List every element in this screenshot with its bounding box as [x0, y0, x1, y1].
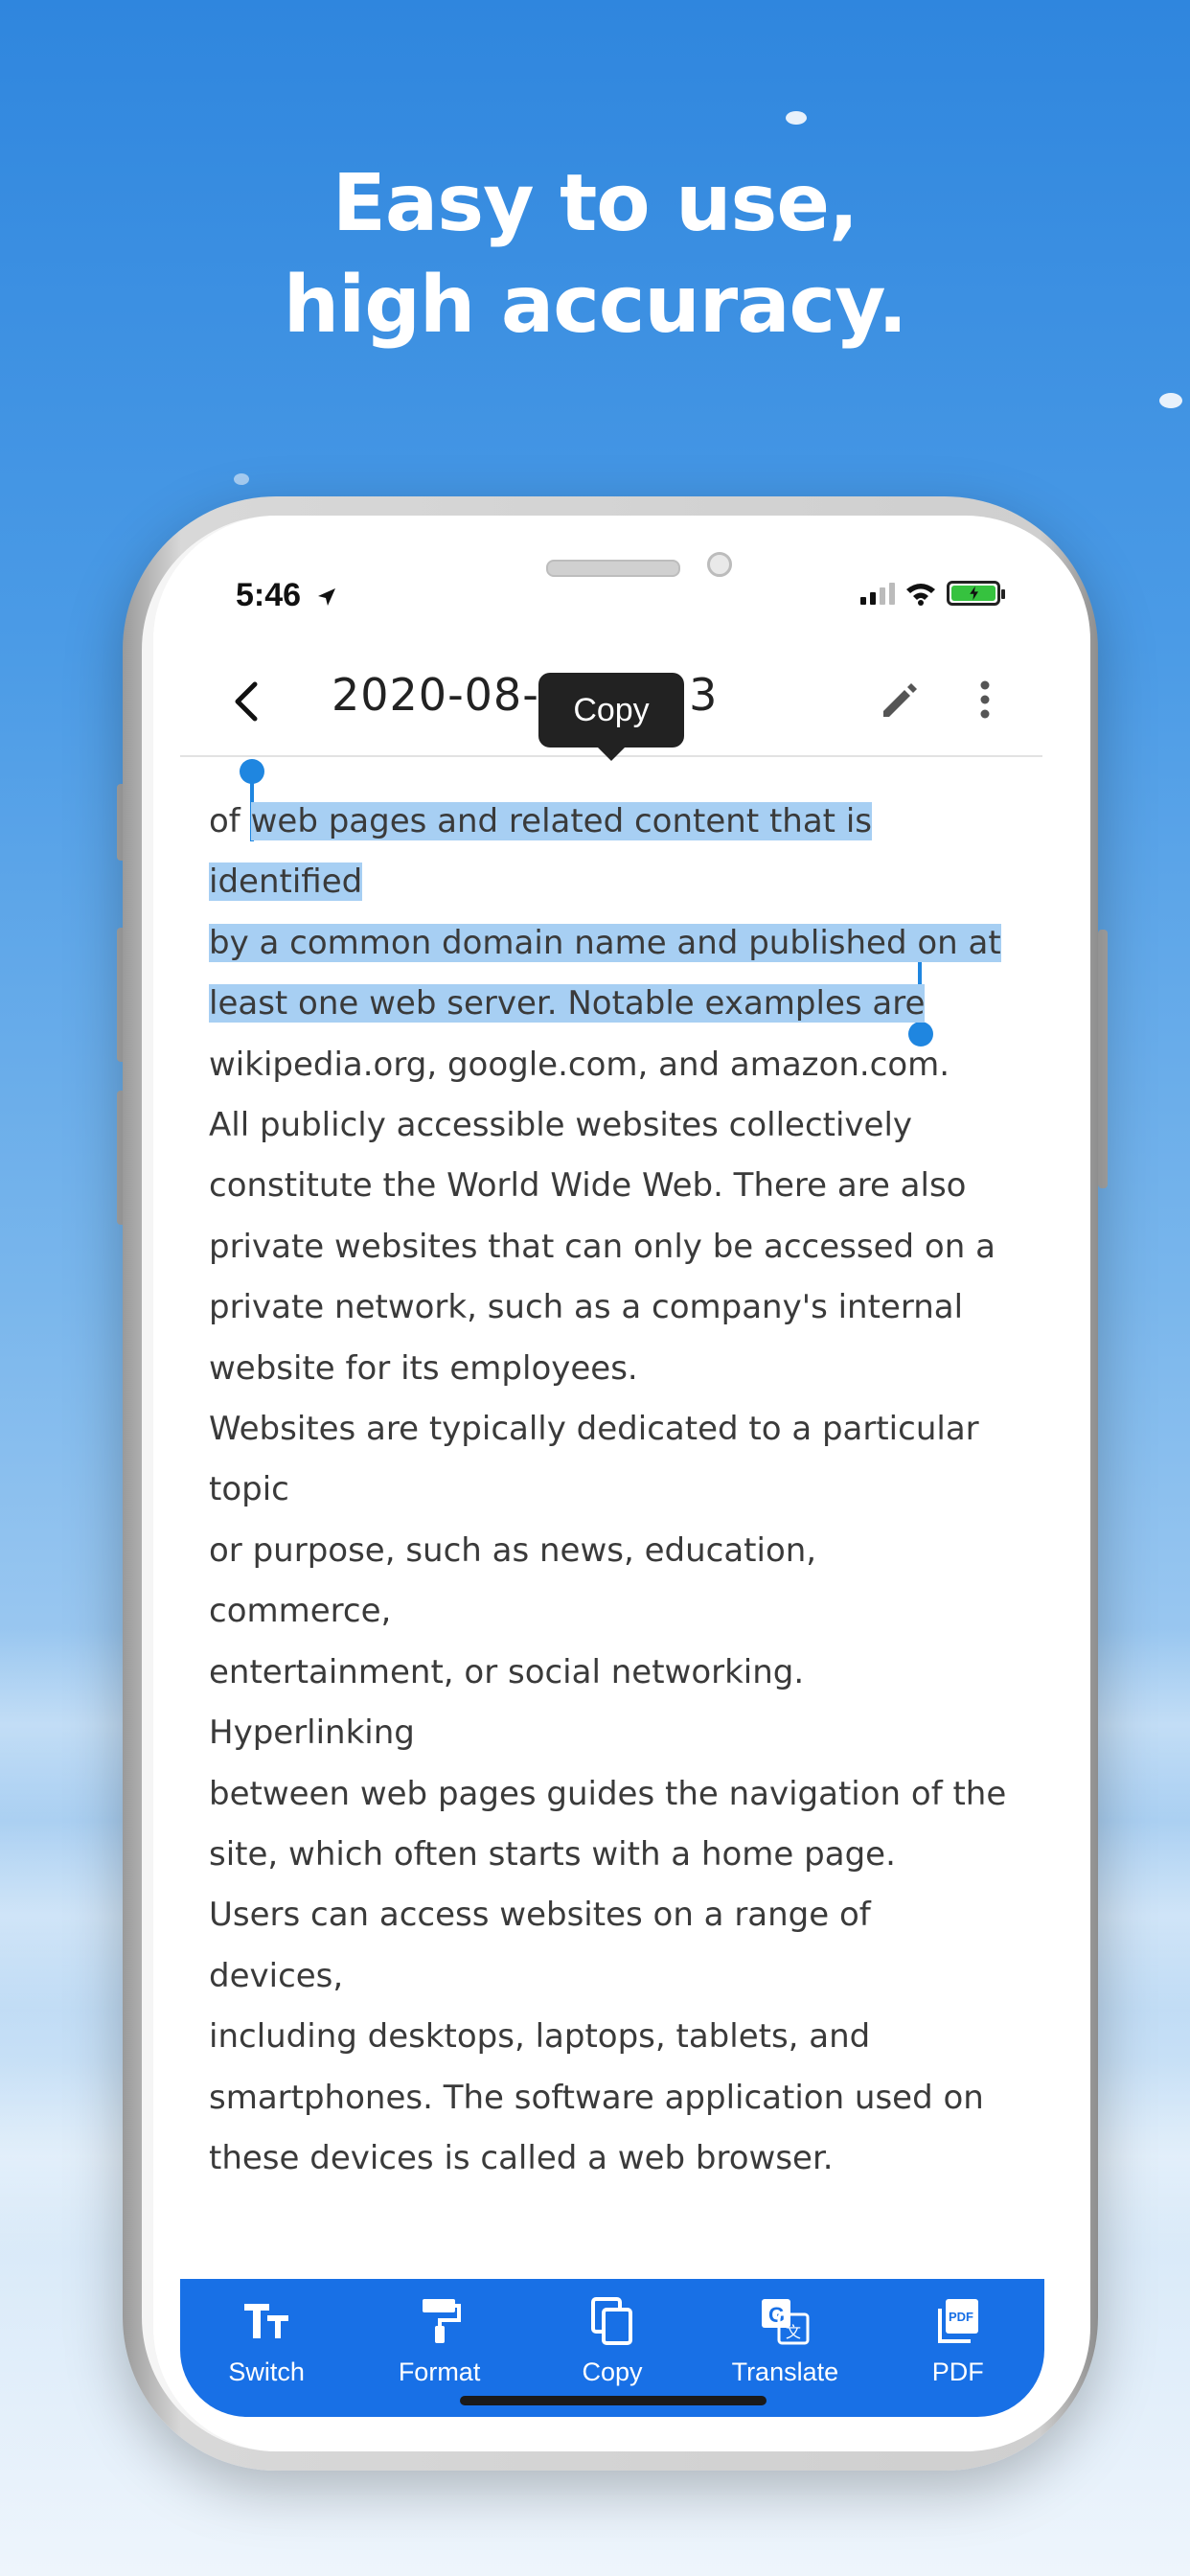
text-segment: of — [209, 802, 251, 840]
text-segment: Websites are typically dedicated to a pa… — [209, 1410, 979, 1449]
format-button[interactable]: Format — [358, 2290, 521, 2387]
switch-label: Switch — [228, 2358, 305, 2386]
phone-speaker — [546, 560, 680, 577]
text-line: including desktops, laptops, tablets, an… — [209, 2007, 1014, 2067]
text-segment: between web pages guides the navigation … — [209, 1774, 1007, 1813]
selected-text: web pages and related content that is — [250, 802, 872, 840]
translate-button[interactable]: G文 Translate — [703, 2290, 866, 2387]
translate-icon: G文 — [703, 2290, 866, 2352]
text-line: by a common domain name and published on… — [209, 913, 1014, 974]
wifi-icon — [906, 584, 935, 606]
paint-roller-icon — [358, 2290, 521, 2352]
text-line: commerce, — [209, 1581, 1014, 1642]
selected-text: identified — [209, 862, 363, 902]
selected-text: by a common domain name and published on… — [209, 923, 1001, 962]
background-sparkle — [1159, 393, 1182, 408]
text-line: Users can access websites on a range of — [209, 1885, 1014, 1945]
background-sparkle — [786, 111, 807, 125]
background-sparkle — [234, 473, 249, 485]
signal-icon — [860, 582, 895, 605]
more-options-button[interactable] — [966, 671, 1004, 728]
copy-icon — [531, 2290, 694, 2352]
text-line: constitute the World Wide Web. There are… — [209, 1156, 1014, 1216]
text-line: identified — [209, 852, 1014, 912]
text-segment: commerce, — [209, 1592, 392, 1631]
text-segment: or purpose, such as news, education, — [209, 1530, 817, 1570]
text-segment: including desktops, laptops, tablets, an… — [209, 2017, 871, 2057]
text-line: private network, such as a company's int… — [209, 1277, 1014, 1338]
text-line: private websites that can only be access… — [209, 1217, 1014, 1277]
text-line: wikipedia.org, google.com, and amazon.co… — [209, 1035, 1014, 1095]
text-line: topic — [209, 1460, 1014, 1520]
translate-label: Translate — [731, 2358, 839, 2386]
text-segment: website for its employees. — [209, 1348, 638, 1388]
switch-button[interactable]: Switch — [185, 2290, 348, 2387]
text-segment: wikipedia.org, google.com, and amazon.co… — [209, 1045, 950, 1084]
text-segment: entertainment, or social networking. — [209, 1652, 805, 1691]
page-title-text: 2020-08-2 — [332, 669, 569, 721]
text-segment: topic — [209, 1470, 289, 1509]
text-segment: site, which often starts with a home pag… — [209, 1834, 896, 1874]
copy-label: Copy — [582, 2358, 643, 2386]
text-line: website for its employees. — [209, 1339, 1014, 1399]
text-segment: constitute the World Wide Web. There are… — [209, 1166, 967, 1206]
more-vertical-icon — [980, 680, 990, 719]
pdf-button[interactable]: PDF PDF — [877, 2290, 1040, 2387]
page-title-tail: 3 — [689, 669, 719, 721]
format-label: Format — [398, 2358, 481, 2386]
phone-camera — [707, 552, 732, 577]
phone-power-button — [1098, 930, 1108, 1188]
text-line: Websites are typically dedicated to a pa… — [209, 1399, 1014, 1460]
text-line: or purpose, such as news, education, — [209, 1521, 1014, 1581]
text-line: between web pages guides the navigation … — [209, 1764, 1014, 1825]
text-line: Hyperlinking — [209, 1703, 1014, 1763]
headline-line-2: high accuracy. — [283, 260, 908, 351]
selected-text: least one web server. Notable examples a… — [209, 984, 926, 1024]
status-time: 5:46 — [236, 577, 337, 614]
text-line: devices, — [209, 1946, 1014, 2007]
text-line: All publicly accessible websites collect… — [209, 1095, 1014, 1156]
text-segment: devices, — [209, 1956, 344, 1995]
status-indicators — [860, 581, 1005, 606]
chevron-left-icon — [235, 681, 258, 722]
text-line: of web pages and related content that is — [209, 792, 1014, 852]
copy-popup-button[interactable]: Copy — [538, 673, 684, 761]
back-button[interactable] — [218, 673, 276, 730]
location-arrow-icon — [317, 588, 335, 607]
home-indicator — [460, 2396, 767, 2405]
text-segment: Hyperlinking — [209, 1714, 415, 1753]
text-segment: smartphones. The software application us… — [209, 2078, 984, 2117]
pdf-label: PDF — [931, 2358, 984, 2386]
text-segment: these devices is called a web browser. — [209, 2138, 834, 2177]
status-time-text: 5:46 — [236, 577, 302, 613]
text-line: these devices is called a web browser. — [209, 2128, 1014, 2189]
text-line: entertainment, or social networking. — [209, 1643, 1014, 1703]
text-segment: All publicly accessible websites collect… — [209, 1106, 913, 1145]
text-line: smartphones. The software application us… — [209, 2068, 1014, 2128]
text-line: least one web server. Notable examples a… — [209, 974, 1014, 1034]
text-size-icon — [185, 2290, 348, 2352]
svg-text:PDF: PDF — [949, 2310, 973, 2324]
svg-text:文: 文 — [786, 2323, 801, 2341]
copy-button[interactable]: Copy — [531, 2290, 694, 2387]
marketing-headline: Easy to use, high accuracy. — [0, 153, 1190, 356]
pdf-icon: PDF — [877, 2290, 1040, 2352]
text-segment: private network, such as a company's int… — [209, 1288, 964, 1327]
text-line: site, which often starts with a home pag… — [209, 1825, 1014, 1885]
text-segment: Users can access websites on a range of — [209, 1896, 871, 1935]
battery-icon — [947, 581, 1005, 606]
text-segment: private websites that can only be access… — [209, 1227, 995, 1266]
recognized-text-body[interactable]: of web pages and related content that is… — [209, 792, 1014, 2189]
edit-button[interactable] — [870, 671, 927, 728]
headline-line-1: Easy to use, — [332, 158, 858, 249]
pencil-icon — [883, 683, 917, 717]
